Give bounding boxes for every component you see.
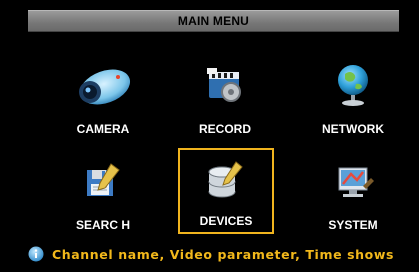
- status-message: Channel name, Video parameter, Time show…: [52, 246, 395, 262]
- menu-item-record[interactable]: RECORD: [170, 54, 280, 140]
- info-icon: [28, 246, 44, 262]
- network-globe-icon: [338, 65, 368, 106]
- menu-item-label: SYSTEM: [328, 218, 378, 232]
- devices-disk-icon: [208, 161, 243, 198]
- status-bar: Channel name, Video parameter, Time show…: [28, 244, 408, 264]
- menu-item-label: DEVICES: [199, 214, 253, 228]
- search-floppy-icon: [87, 163, 120, 196]
- menu-item-label: CAMERA: [76, 122, 130, 136]
- menu-item-search[interactable]: SEARC H: [48, 150, 158, 236]
- menu-item-label: NETWORK: [322, 122, 384, 136]
- system-settings-icon: [338, 167, 374, 197]
- menu-item-devices[interactable]: DEVICES: [178, 148, 274, 234]
- menu-title: MAIN MENU: [177, 14, 250, 28]
- menu-item-system[interactable]: SYSTEM: [298, 150, 408, 236]
- menu-title-bar: MAIN MENU: [28, 10, 399, 32]
- menu-item-label: RECORD: [198, 122, 251, 136]
- menu-item-network[interactable]: NETWORK: [298, 54, 408, 140]
- camera-icon: [79, 69, 131, 105]
- menu-item-label: SEARC H: [75, 218, 130, 232]
- main-menu-window: MAIN MENU CAMERA RECORD NETWORK SEARC H …: [0, 0, 419, 272]
- menu-item-camera[interactable]: CAMERA: [48, 54, 158, 140]
- record-icon: [207, 68, 241, 102]
